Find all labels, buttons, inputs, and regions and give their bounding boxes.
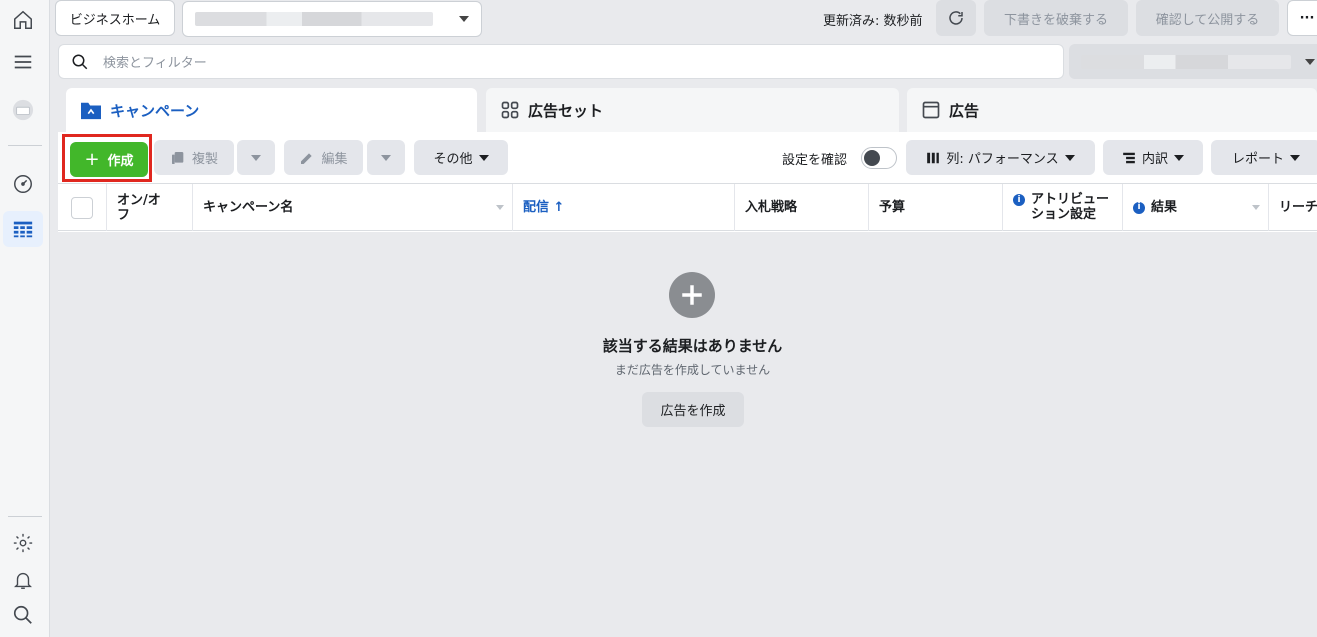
redacted-account-name: [1081, 54, 1291, 69]
info-icon: i: [1133, 201, 1145, 214]
bell-icon[interactable]: [3, 562, 43, 598]
report-label: レポート: [1231, 152, 1284, 167]
edit-label: 編集: [321, 152, 348, 167]
review-settings-toggle[interactable]: [861, 147, 897, 169]
column-attribution[interactable]: i アトリビュー ション設定: [1003, 184, 1123, 231]
other-label: その他: [433, 152, 473, 167]
table-header: オン/オフ キャンペーン名 配信 ↑ 入札戦略 予算 i アトリビュー ション設…: [58, 184, 1317, 231]
edit-button[interactable]: 編集: [284, 140, 363, 175]
duplicate-dropdown[interactable]: [237, 140, 275, 175]
column-bid-strategy[interactable]: 入札戦略: [735, 184, 869, 231]
home-icon[interactable]: [3, 2, 43, 38]
tab-label: 広告セット: [528, 101, 604, 120]
chevron-down-icon: [381, 154, 391, 161]
review-publish-button[interactable]: 確認して公開する: [1136, 0, 1279, 36]
redacted-business-name: [195, 12, 433, 26]
tab-label: キャンペーン: [110, 101, 200, 120]
create-button[interactable]: + 作成: [70, 142, 148, 177]
column-label: 配信 ↑: [523, 200, 565, 215]
column-label: 結果: [1151, 200, 1178, 215]
refresh-icon: [949, 11, 963, 25]
info-icon: i: [1013, 194, 1025, 206]
search-placeholder: 検索とフィルター: [103, 56, 207, 71]
left-rail: [0, 0, 50, 637]
empty-subtitle: まだ広告を作成していません: [614, 363, 771, 377]
create-ad-button[interactable]: 広告を作成: [642, 392, 744, 427]
campaigns-panel: + 作成 複製 編集 その他 設定を確認 列: パフォーマンス 内訳 レポート …: [58, 132, 1317, 637]
columns-button[interactable]: 列: パフォーマンス: [906, 140, 1095, 175]
chevron-down-icon: [1305, 58, 1315, 65]
more-options-button[interactable]: ···: [1287, 0, 1317, 36]
grid-icon: [501, 101, 519, 119]
column-label: オン/オフ: [117, 192, 161, 223]
folder-icon: [81, 102, 101, 120]
column-label: キャンペーン名: [203, 200, 294, 215]
create-highlight-box: + 作成: [62, 134, 152, 182]
column-results[interactable]: i 結果: [1123, 184, 1269, 231]
business-home-button[interactable]: ビジネスホーム: [55, 0, 175, 36]
column-label: 予算: [879, 200, 906, 215]
tab-campaigns[interactable]: キャンペーン: [66, 88, 477, 132]
select-all-checkbox[interactable]: [71, 196, 93, 219]
duplicate-icon: [171, 151, 184, 164]
rail-divider: [8, 145, 42, 146]
column-onoff[interactable]: オン/オフ: [107, 184, 193, 231]
rail-divider: [8, 516, 42, 517]
empty-title: 該当する結果はありません: [602, 337, 783, 355]
duplicate-button[interactable]: 複製: [154, 140, 234, 175]
chevron-down-icon: [1064, 154, 1075, 161]
ad-account-selector[interactable]: [1069, 44, 1317, 79]
create-label: 作成: [107, 154, 134, 169]
chevron-down-icon: [459, 16, 469, 22]
empty-state: 該当する結果はありません まだ広告を作成していません 広告を作成: [58, 232, 1317, 637]
pencil-icon: [301, 152, 313, 164]
dashboard-icon[interactable]: [3, 166, 43, 202]
columns-icon: [927, 152, 940, 163]
column-label: アトリビュー ション設定: [1031, 192, 1110, 222]
discard-draft-button[interactable]: 下書きを破棄する: [984, 0, 1128, 36]
tab-ads[interactable]: 広告: [907, 88, 1317, 132]
breakdown-button[interactable]: 内訳: [1103, 140, 1203, 175]
plus-icon: +: [84, 149, 100, 170]
edit-dropdown[interactable]: [367, 140, 405, 175]
gear-icon[interactable]: [3, 525, 43, 561]
plus-circle-icon: [669, 272, 715, 318]
business-selector[interactable]: [182, 1, 482, 37]
column-campaign-name[interactable]: キャンペーン名: [193, 184, 513, 231]
menu-icon[interactable]: [3, 44, 43, 80]
review-settings-label: 設定を確認: [782, 153, 848, 168]
ad-window-icon: [922, 101, 940, 119]
business-home-label: ビジネスホーム: [69, 12, 161, 28]
duplicate-label: 複製: [191, 152, 218, 167]
search-filter-bar[interactable]: 検索とフィルター: [58, 44, 1064, 79]
column-budget[interactable]: 予算: [869, 184, 1003, 231]
chevron-down-icon: [1174, 154, 1184, 161]
account-avatar[interactable]: [3, 92, 43, 128]
breakdown-label: 内訳: [1141, 152, 1168, 167]
report-button[interactable]: レポート: [1211, 140, 1317, 175]
search-icon[interactable]: [3, 597, 43, 633]
ads-manager-table-icon[interactable]: [3, 211, 43, 247]
column-label: リーチ: [1279, 200, 1317, 215]
sort-caret-icon: [1252, 205, 1260, 210]
chevron-down-icon: [478, 154, 489, 161]
sort-caret-icon: [496, 205, 504, 210]
column-delivery[interactable]: 配信 ↑: [513, 184, 735, 231]
refresh-button[interactable]: [936, 0, 976, 36]
select-all-cell: [58, 184, 107, 231]
column-label: 入札戦略: [745, 200, 798, 215]
top-bar: ビジネスホーム 更新済み: 数秒前 下書きを破棄する 確認して公開する ···: [50, 0, 1317, 42]
updated-status: 更新済み: 数秒前: [823, 14, 923, 29]
column-reach[interactable]: リーチ: [1269, 184, 1317, 231]
action-toolbar: + 作成 複製 編集 その他 設定を確認 列: パフォーマンス 内訳 レポート: [58, 132, 1317, 184]
breakdown-icon: [1123, 152, 1135, 163]
tab-ad-sets[interactable]: 広告セット: [486, 88, 899, 132]
chevron-down-icon: [251, 154, 261, 161]
search-icon: [72, 54, 88, 69]
columns-label: 列: パフォーマンス: [946, 152, 1059, 167]
chevron-down-icon: [1290, 154, 1300, 161]
tab-label: 広告: [949, 101, 980, 120]
other-button[interactable]: その他: [414, 140, 508, 175]
